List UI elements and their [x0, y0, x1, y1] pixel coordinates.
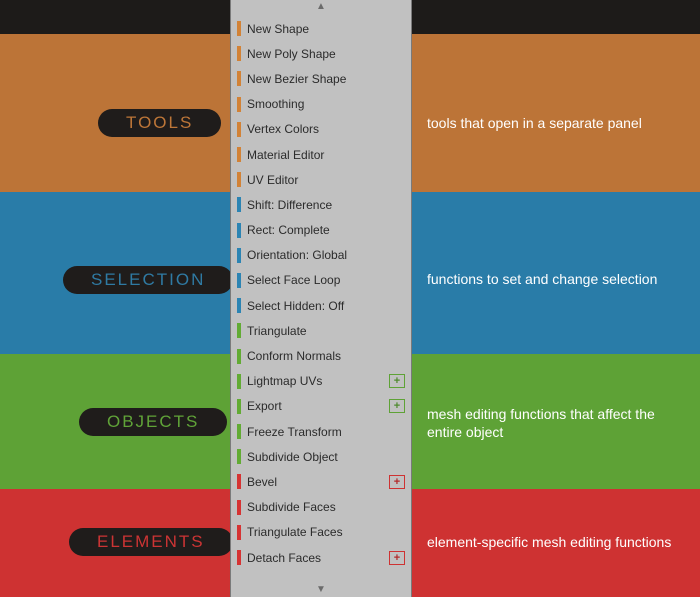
color-swatch-icon	[237, 349, 241, 364]
menu-item-label: Subdivide Object	[247, 450, 338, 464]
color-swatch-icon	[237, 424, 241, 439]
options-plus-button[interactable]: +	[389, 399, 405, 413]
color-swatch-icon	[237, 223, 241, 238]
menu-item[interactable]: Smoothing	[237, 92, 405, 117]
menu-items-container: New Shape New Poly Shape New Bezier Shape S…	[231, 14, 411, 583]
color-swatch-icon	[237, 550, 241, 565]
color-swatch-icon	[237, 474, 241, 489]
color-swatch-icon	[237, 500, 241, 515]
menu-item[interactable]: Material Editor	[237, 142, 405, 167]
color-swatch-icon	[237, 197, 241, 212]
menu-item[interactable]: UV Editor	[237, 167, 405, 192]
menu-item-label: Lightmap UVs	[247, 374, 322, 388]
options-plus-button[interactable]: +	[389, 374, 405, 388]
color-swatch-icon	[237, 374, 241, 389]
section-desc-selection: functions to set and change selection	[427, 270, 657, 288]
menu-item[interactable]: Select Hidden: Off	[237, 293, 405, 318]
menu-item[interactable]: Lightmap UVs +	[237, 369, 405, 394]
menu-item[interactable]: Select Face Loop	[237, 268, 405, 293]
menu-item-label: Subdivide Faces	[247, 500, 336, 514]
menu-item[interactable]: Bevel +	[237, 469, 405, 494]
scroll-down-arrow[interactable]: ▼	[231, 583, 411, 597]
color-swatch-icon	[237, 147, 241, 162]
color-swatch-icon	[237, 273, 241, 288]
menu-item[interactable]: Subdivide Object	[237, 444, 405, 469]
menu-item-label: UV Editor	[247, 173, 298, 187]
menu-item[interactable]: New Bezier Shape	[237, 66, 405, 91]
section-pill-tools: TOOLS	[98, 109, 221, 137]
menu-item-label: Freeze Transform	[247, 425, 342, 439]
options-plus-button[interactable]: +	[389, 551, 405, 565]
color-swatch-icon	[237, 21, 241, 36]
section-desc-tools: tools that open in a separate panel	[427, 114, 642, 132]
color-swatch-icon	[237, 323, 241, 338]
menu-item-label: New Shape	[247, 22, 309, 36]
menu-item-label: New Bezier Shape	[247, 72, 346, 86]
section-pill-objects: OBJECTS	[79, 408, 227, 436]
menu-item[interactable]: Vertex Colors	[237, 117, 405, 142]
menu-item-label: Bevel	[247, 475, 277, 489]
color-swatch-icon	[237, 525, 241, 540]
menu-item-label: Detach Faces	[247, 551, 321, 565]
menu-item-label: New Poly Shape	[247, 47, 336, 61]
color-swatch-icon	[237, 71, 241, 86]
section-desc-objects: mesh editing functions that affect the e…	[427, 405, 687, 441]
color-swatch-icon	[237, 399, 241, 414]
color-swatch-icon	[237, 46, 241, 61]
menu-item[interactable]: Triangulate	[237, 318, 405, 343]
menu-item-label: Smoothing	[247, 97, 304, 111]
menu-item-label: Triangulate	[247, 324, 307, 338]
color-swatch-icon	[237, 122, 241, 137]
menu-item[interactable]: Shift: Difference	[237, 192, 405, 217]
color-swatch-icon	[237, 449, 241, 464]
menu-item[interactable]: Rect: Complete	[237, 218, 405, 243]
options-plus-button[interactable]: +	[389, 475, 405, 489]
menu-item[interactable]: Conform Normals	[237, 343, 405, 368]
menu-item[interactable]: Orientation: Global	[237, 243, 405, 268]
menu-item[interactable]: Triangulate Faces	[237, 520, 405, 545]
menu-item-label: Select Hidden: Off	[247, 299, 344, 313]
menu-item-label: Triangulate Faces	[247, 525, 343, 539]
menu-item-label: Vertex Colors	[247, 122, 319, 136]
menu-item-label: Orientation: Global	[247, 248, 347, 262]
menu-item-label: Shift: Difference	[247, 198, 332, 212]
menu-item[interactable]: Freeze Transform	[237, 419, 405, 444]
menu-panel: ▲ New Shape New Poly Shape New Bezier Shap…	[230, 0, 412, 597]
menu-item-label: Material Editor	[247, 148, 324, 162]
menu-item-label: Select Face Loop	[247, 273, 340, 287]
section-desc-elements: element-specific mesh editing functions	[427, 533, 671, 551]
menu-item-label: Conform Normals	[247, 349, 341, 363]
color-swatch-icon	[237, 248, 241, 263]
menu-item[interactable]: Subdivide Faces	[237, 495, 405, 520]
menu-item[interactable]: New Poly Shape	[237, 41, 405, 66]
menu-item[interactable]: New Shape	[237, 16, 405, 41]
menu-item[interactable]: Detach Faces +	[237, 545, 405, 570]
color-swatch-icon	[237, 172, 241, 187]
menu-item-label: Export	[247, 399, 282, 413]
color-swatch-icon	[237, 97, 241, 112]
menu-item-label: Rect: Complete	[247, 223, 330, 237]
section-pill-selection: SELECTION	[63, 266, 233, 294]
menu-item[interactable]: Export +	[237, 394, 405, 419]
color-swatch-icon	[237, 298, 241, 313]
scroll-up-arrow[interactable]: ▲	[231, 0, 411, 14]
section-pill-elements: ELEMENTS	[69, 528, 233, 556]
